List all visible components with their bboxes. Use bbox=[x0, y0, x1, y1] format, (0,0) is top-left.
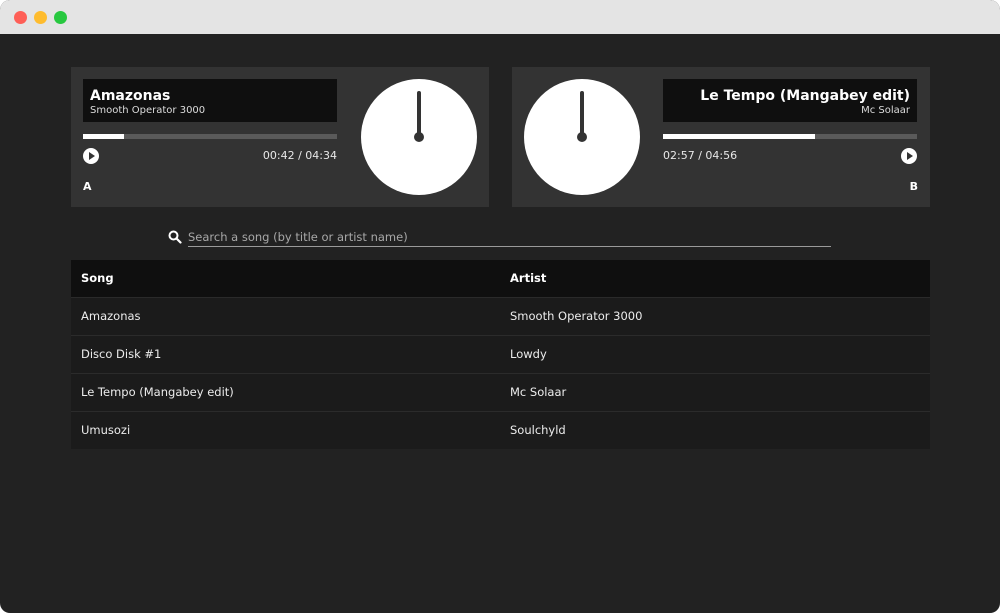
deck-b-time: 02:57 / 04:56 bbox=[663, 149, 738, 162]
table-row[interactable]: Amazonas Smooth Operator 3000 bbox=[71, 296, 930, 335]
song-cell: Umusozi bbox=[71, 410, 500, 449]
turntable-hub-icon bbox=[414, 132, 424, 142]
deck-a-turntable[interactable] bbox=[361, 79, 477, 195]
artist-cell: Lowdy bbox=[500, 334, 930, 373]
deck-a-progress-fill bbox=[83, 134, 124, 139]
deck-a-time: 00:42 / 04:34 bbox=[262, 149, 337, 162]
deck-a-artist: Smooth Operator 3000 bbox=[90, 105, 206, 116]
deck-a-title: Amazonas bbox=[90, 88, 171, 104]
artist-cell: Mc Solaar bbox=[500, 372, 930, 411]
deck-a-play-button[interactable] bbox=[83, 148, 99, 164]
table-header-row: Song Artist bbox=[71, 260, 930, 298]
search-icon bbox=[168, 230, 182, 244]
deck-b-artist: Mc Solaar bbox=[861, 105, 910, 116]
song-cell: Disco Disk #1 bbox=[71, 334, 500, 373]
table-row[interactable]: Umusozi Soulchyld bbox=[71, 410, 930, 449]
deck-b-progress-fill bbox=[663, 134, 816, 139]
turntable-needle-icon bbox=[580, 91, 584, 137]
song-cell: Amazonas bbox=[71, 296, 500, 335]
minimize-window-button[interactable] bbox=[34, 11, 47, 24]
deck-b-title: Le Tempo (Mangabey edit) bbox=[700, 88, 910, 104]
artist-cell: Smooth Operator 3000 bbox=[500, 296, 930, 335]
turntable-hub-icon bbox=[577, 132, 587, 142]
deck-b-play-button[interactable] bbox=[901, 148, 917, 164]
deck-b-turntable[interactable] bbox=[524, 79, 640, 195]
table-row[interactable]: Disco Disk #1 Lowdy bbox=[71, 334, 930, 373]
table-row[interactable]: Le Tempo (Mangabey edit) Mc Solaar bbox=[71, 372, 930, 411]
deck-a-label: A bbox=[83, 180, 92, 193]
column-header-artist[interactable]: Artist bbox=[500, 260, 930, 298]
turntable-needle-icon bbox=[417, 91, 421, 137]
close-window-button[interactable] bbox=[14, 11, 27, 24]
song-cell: Le Tempo (Mangabey edit) bbox=[71, 372, 500, 411]
deck-b-track-info: Le Tempo (Mangabey edit) Mc Solaar bbox=[663, 79, 917, 122]
search-input[interactable] bbox=[188, 229, 831, 247]
title-bar bbox=[0, 0, 1000, 34]
maximize-window-button[interactable] bbox=[54, 11, 67, 24]
deck-b-label: B bbox=[909, 180, 918, 193]
column-header-song[interactable]: Song bbox=[71, 260, 500, 298]
deck-b-progress-bar[interactable] bbox=[663, 134, 917, 139]
app-window: Amazonas Smooth Operator 3000 00:42 / 04… bbox=[0, 0, 1000, 613]
deck-a-progress-bar[interactable] bbox=[83, 134, 337, 139]
deck-a: Amazonas Smooth Operator 3000 00:42 / 04… bbox=[71, 67, 489, 207]
artist-cell: Soulchyld bbox=[500, 410, 930, 449]
deck-a-track-info: Amazonas Smooth Operator 3000 bbox=[83, 79, 337, 122]
deck-b: Le Tempo (Mangabey edit) Mc Solaar 02:57… bbox=[512, 67, 930, 207]
song-table: Song Artist Amazonas Smooth Operator 300… bbox=[71, 260, 930, 449]
